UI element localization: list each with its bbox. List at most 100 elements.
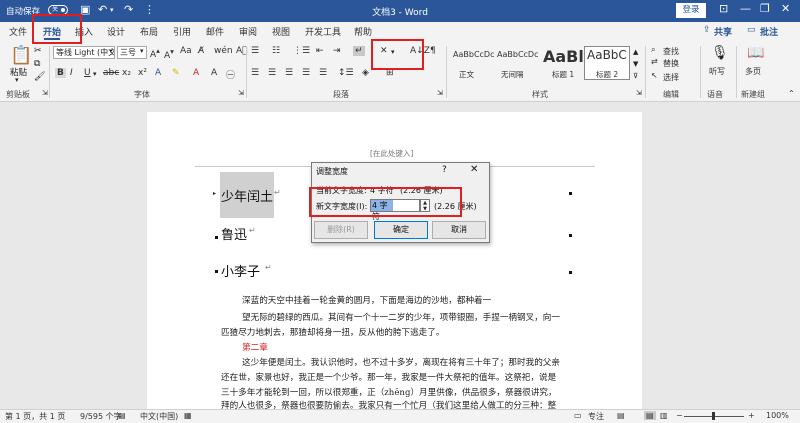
underline-dropdown-icon[interactable]: ▾ [93, 70, 97, 78]
underline-button[interactable]: U [84, 68, 91, 78]
tab-help[interactable]: 帮助 [354, 25, 372, 38]
subscript-button[interactable]: x₂ [122, 68, 131, 78]
replace-button[interactable]: 替换 [663, 58, 679, 69]
style-heading-1[interactable]: AaBl 标题 1 [543, 47, 584, 80]
close-icon[interactable]: ✕ [781, 2, 790, 15]
phonetic-guide-icon[interactable]: wén [214, 46, 233, 56]
cut-icon[interactable]: ✂ [34, 46, 42, 56]
multipage-button[interactable]: 多页 [745, 66, 761, 77]
body-paragraph-line[interactable]: 这少年便是闰土。我认识他时，也不过十多岁，离现在将有三十年了；那时我的父亲 [242, 356, 560, 368]
text-effects-icon[interactable]: A [155, 68, 161, 78]
dialog-help-button[interactable]: ? [442, 165, 447, 175]
increase-indent-icon[interactable]: ⇥ [333, 46, 341, 56]
zoom-in-icon[interactable]: + [748, 411, 755, 420]
comment-button[interactable]: 批注 [760, 25, 778, 38]
styles-scroll-up-icon[interactable]: ▲ [633, 48, 638, 56]
paste-dropdown-icon[interactable]: ▾ [15, 76, 19, 84]
tab-mailings[interactable]: 邮件 [206, 25, 224, 38]
word-count[interactable]: 9/595 个字 [80, 411, 122, 422]
maximize-icon[interactable]: ❐ [760, 2, 770, 15]
styles-more-icon[interactable]: ⊽ [633, 72, 638, 80]
web-layout-icon[interactable]: ▥ [660, 411, 668, 420]
body-paragraph-line[interactable]: 还在世，家景也好，我正是一个少爷。那一年，我家是一件大祭祀的值年。这祭祀，说是 [221, 371, 556, 383]
style-no-spacing[interactable]: AaBbCcDc 无间隔 [497, 47, 541, 80]
login-button[interactable]: 登录 [676, 3, 706, 18]
line-spacing-icon[interactable]: ↕☰ [338, 68, 354, 78]
language-indicator[interactable]: 中文(中国) [140, 411, 178, 422]
multilevel-list-icon[interactable]: ⋮☰ [293, 46, 310, 56]
share-button[interactable]: 共享 [714, 25, 732, 38]
focus-mode-button[interactable]: 专注 [588, 411, 604, 422]
ribbon-display-icon[interactable]: ⊡ [719, 2, 728, 15]
grow-font-icon[interactable]: A▴ [150, 46, 160, 60]
multipage-icon[interactable]: 📖 [747, 45, 764, 61]
chinese-layout-icon[interactable]: ↵ [353, 46, 365, 56]
align-left-icon[interactable]: ☰ [251, 68, 259, 78]
format-painter-icon[interactable]: 🖌 [34, 72, 45, 82]
copy-icon[interactable]: ⧉ [34, 59, 40, 69]
change-case-icon[interactable]: Aa [180, 46, 192, 56]
font-launcher-icon[interactable]: ⇲ [238, 89, 244, 97]
highlight-color-icon[interactable]: ✎ [172, 68, 180, 78]
microphone-icon[interactable]: 🎙 [711, 45, 729, 61]
close-icon[interactable]: ✕ [470, 164, 478, 175]
styles-scroll-down-icon[interactable]: ▼ [633, 60, 638, 68]
superscript-button[interactable]: x² [138, 68, 147, 78]
tab-design[interactable]: 设计 [107, 25, 125, 38]
minimize-icon[interactable]: — [740, 2, 751, 15]
tab-review[interactable]: 审阅 [239, 25, 257, 38]
cancel-button[interactable]: 取消 [432, 221, 486, 239]
find-button[interactable]: 查找 [663, 46, 679, 57]
paste-icon[interactable]: 📋 [10, 45, 32, 66]
clear-formatting-icon[interactable]: A̸ [198, 46, 204, 56]
tab-developer[interactable]: 开发工具 [305, 25, 341, 38]
bold-button[interactable]: B [55, 68, 66, 78]
chapter-heading[interactable]: 第二章 [242, 341, 268, 353]
header-placeholder[interactable]: [在此处键入] [370, 148, 413, 159]
accessibility-icon[interactable]: ▦ [184, 411, 192, 420]
zoom-level[interactable]: 100% [766, 411, 789, 420]
italic-button[interactable]: I [70, 68, 73, 78]
justify-icon[interactable]: ☰ [302, 68, 310, 78]
tab-layout[interactable]: 布局 [140, 25, 158, 38]
bullets-icon[interactable]: ☰ [251, 46, 259, 56]
align-right-icon[interactable]: ☰ [285, 68, 293, 78]
numbering-icon[interactable]: ☷ [272, 46, 280, 56]
heading-line[interactable]: 小李子 [221, 261, 260, 280]
heading-line[interactable]: 鲁迅 [221, 224, 247, 243]
shading-icon[interactable]: ◈ [362, 68, 369, 78]
body-paragraph-line[interactable]: 匹猹尽力地刺去，那猹却将身一扭，反从他的胯下逃走了。 [221, 326, 444, 338]
style-heading-2[interactable]: AaBbC 标题 2 [587, 47, 629, 80]
proofing-icon[interactable]: ▤ [118, 411, 126, 420]
select-button[interactable]: 选择 [663, 72, 679, 83]
font-name-dropdown-icon[interactable]: ▾ [109, 47, 113, 55]
heading-line[interactable]: 少年闰土 [221, 186, 273, 205]
paragraph-launcher-icon[interactable]: ⇲ [437, 89, 443, 97]
clipboard-launcher-icon[interactable]: ⇲ [42, 89, 48, 97]
tab-references[interactable]: 引用 [173, 25, 191, 38]
body-paragraph-line[interactable]: 三十多年才能轮到一回，所以很郑重，正（zhēng）月里供像，供品很多，祭器很讲究… [221, 386, 557, 398]
dictate-button[interactable]: 听写 [709, 66, 725, 77]
body-paragraph-line[interactable]: 深蓝的天空中挂着一轮金黄的圆月，下面是海边的沙地，都种着一 [242, 294, 491, 306]
zoom-slider-thumb[interactable] [712, 412, 715, 420]
zoom-out-icon[interactable]: − [676, 411, 683, 420]
styles-launcher-icon[interactable]: ⇲ [636, 89, 642, 97]
font-name-combo[interactable]: 等线 Light (中文 [53, 46, 115, 59]
style-normal[interactable]: AaBbCcDc 正文 [453, 47, 497, 80]
font-color-icon[interactable]: A [193, 68, 199, 78]
character-shading-icon[interactable]: A [211, 68, 217, 78]
tab-file[interactable]: 文件 [9, 25, 27, 38]
delete-button[interactable]: 删除(R) [314, 221, 368, 239]
enclose-character-icon[interactable]: ㊀ [226, 68, 235, 81]
show-formatting-marks-icon[interactable]: ¶ [430, 46, 436, 56]
shrink-font-icon[interactable]: A▾ [164, 47, 174, 61]
font-size-dropdown-icon[interactable]: ▾ [140, 47, 144, 55]
tab-view[interactable]: 视图 [272, 25, 290, 38]
strikethrough-button[interactable]: abc [103, 68, 119, 78]
collapse-ribbon-icon[interactable]: ⌃ [788, 89, 795, 98]
body-paragraph-line[interactable]: 望无际的碧绿的西瓜。其间有一个十一二岁的少年，项带银圈，手捏一柄钢叉，向一 [242, 311, 560, 323]
decrease-indent-icon[interactable]: ⇤ [316, 46, 324, 56]
align-center-icon[interactable]: ☰ [268, 68, 276, 78]
page-count[interactable]: 第 1 页，共 1 页 [5, 411, 65, 422]
print-layout-icon[interactable]: ▤ [644, 411, 656, 420]
